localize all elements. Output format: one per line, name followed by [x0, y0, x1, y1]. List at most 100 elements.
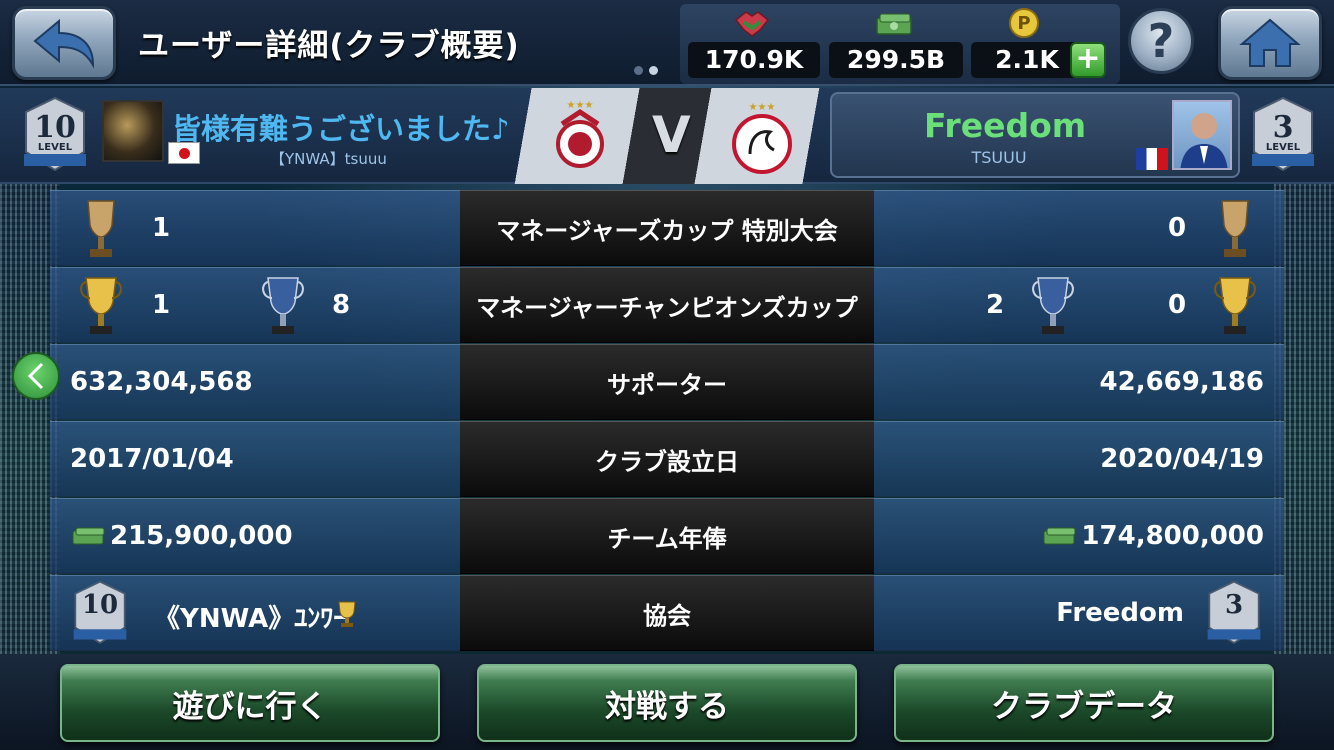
money-icon: [72, 527, 105, 545]
page-title: ユーザー詳細(クラブ概要): [138, 28, 520, 64]
svg-text:★★★: ★★★: [749, 102, 776, 113]
challenge-match-button[interactable]: 対戦する: [477, 664, 857, 742]
right-salary: 174,800,000: [1043, 521, 1264, 551]
previous-page-button[interactable]: [12, 352, 60, 400]
right-cell: 2 0: [874, 267, 1284, 343]
right-level-label: LEVEL: [1265, 142, 1301, 153]
row-label: 協会: [460, 575, 874, 651]
silver-trophy-icon: [262, 277, 304, 334]
right-silver-cup-count: 2: [986, 290, 1005, 320]
left-association-level: 10: [81, 590, 119, 620]
right-salary-value: 174,800,000: [1081, 521, 1264, 551]
top-bar: ユーザー詳細(クラブ概要) P 170.9K 299.5B 2.1K + ?: [0, 0, 1334, 86]
small-trophy-icon: [338, 601, 356, 627]
left-silver-cup-count: 8: [332, 290, 351, 320]
table-row-managers-cup: 1 マネージャーズカップ 特別大会 0: [50, 190, 1284, 266]
right-managers-cup-count: 0: [1168, 213, 1187, 243]
gold-trophy-icon: [80, 277, 122, 334]
table-row-association: 10 《YNWA》ﾕﾝﾜｰ 協会 Freedom 3: [50, 575, 1284, 651]
right-association-badge: 3: [1204, 580, 1264, 648]
left-cell: 10 《YNWA》ﾕﾝﾜｰ: [50, 575, 460, 651]
page-indicator: [634, 66, 658, 75]
club-data-button[interactable]: クラブデータ: [894, 664, 1274, 742]
left-managers-cup-count: 1: [152, 213, 171, 243]
page-dot: [634, 66, 643, 75]
right-association-level: 3: [1224, 590, 1244, 620]
france-flag-icon: [1136, 148, 1168, 170]
right-cell: Freedom 3: [874, 575, 1284, 651]
left-salary: 215,900,000: [72, 521, 293, 551]
coin-amount: 2.1K: [971, 42, 1083, 78]
row-label: クラブ設立日: [460, 421, 874, 497]
left-cell: 1 8: [50, 267, 460, 343]
visit-button[interactable]: 遊びに行く: [60, 664, 440, 742]
left-cell: 1: [50, 190, 460, 266]
home-icon: [1239, 18, 1301, 67]
gp-amount: 170.9K: [688, 42, 820, 78]
ajax-crest-icon: ★★★: [732, 102, 792, 174]
manager-avatar-icon: [1180, 113, 1228, 168]
table-row-founded: 2017/01/04 クラブ設立日 2020/04/19: [50, 421, 1284, 497]
left-cell: 2017/01/04: [50, 421, 460, 497]
help-button[interactable]: ?: [1128, 8, 1194, 74]
bronze-trophy-icon: [1221, 200, 1249, 257]
benfica-crest-icon: ★★★: [556, 100, 604, 168]
row-label: マネージャーズカップ 特別大会: [460, 190, 874, 266]
currency-panel: P 170.9K 299.5B 2.1K +: [680, 4, 1120, 84]
money-icon: [1043, 527, 1076, 545]
left-level-badge: 10 LEVEL: [20, 96, 90, 176]
row-label: マネージャーチャンピオンズカップ: [460, 267, 874, 343]
right-association-name: Freedom: [1056, 598, 1184, 628]
bronze-trophy-icon: [87, 200, 115, 257]
right-manager-avatar: [1172, 100, 1232, 170]
left-level-number: 10: [34, 110, 76, 145]
right-user-name: TSUUU: [971, 148, 1027, 167]
back-arrow-icon: [33, 18, 95, 69]
left-association-name: 《YNWA》ﾕﾝﾜｰ: [154, 604, 347, 634]
left-gold-cup-count: 1: [152, 290, 171, 320]
gold-trophy-icon: [1214, 277, 1256, 334]
left-level-label: LEVEL: [37, 142, 73, 153]
left-supporters: 632,304,568: [70, 367, 253, 397]
money-amount: 299.5B: [829, 42, 963, 78]
left-club-emblem: [102, 100, 164, 162]
right-level-badge: 3 LEVEL: [1248, 96, 1318, 176]
row-label: チーム年俸: [460, 498, 874, 574]
left-cell: 632,304,568: [50, 344, 460, 420]
left-association-badge: 10: [70, 580, 130, 648]
coin-icon: P: [1009, 8, 1039, 38]
money-stack-icon: [876, 13, 912, 35]
table-row-supporters: 632,304,568 サポーター 42,669,186: [50, 344, 1284, 420]
home-button[interactable]: [1218, 6, 1322, 80]
left-founded-date: 2017/01/04: [70, 444, 234, 474]
right-supporters: 42,669,186: [1099, 367, 1264, 397]
back-button[interactable]: [12, 6, 116, 80]
left-user-name: 【YNWA】tsuuu: [270, 150, 387, 168]
table-row-salary: 215,900,000 チーム年俸 174,800,000: [50, 498, 1284, 574]
svg-text:★★★: ★★★: [567, 100, 594, 111]
versus-label: V: [652, 106, 691, 164]
match-header: 10 LEVEL 皆様有難うございました♪ 【YNWA】tsuuu ★★★ V …: [0, 88, 1334, 184]
right-gold-cup-count: 0: [1168, 290, 1187, 320]
row-label: サポーター: [460, 344, 874, 420]
right-cell: 2020/04/19: [874, 421, 1284, 497]
right-club-name: Freedom: [924, 106, 1087, 145]
add-coins-button[interactable]: +: [1070, 42, 1106, 78]
gp-handshake-icon: [734, 11, 770, 37]
left-club-name: 皆様有難うございました♪: [172, 112, 510, 146]
silver-trophy-icon: [1032, 277, 1074, 334]
right-cell: 0: [874, 190, 1284, 266]
right-founded-date: 2020/04/19: [1100, 444, 1264, 474]
right-cell: 174,800,000: [874, 498, 1284, 574]
opponent-panel: Freedom TSUUU: [830, 92, 1240, 178]
right-level-number: 3: [1272, 110, 1294, 145]
left-salary-value: 215,900,000: [110, 521, 293, 551]
club-comparison-table: 1 マネージャーズカップ 特別大会 0 1 8 マネージャーチャンピオンズカップ…: [50, 190, 1284, 652]
table-row-champions-cup: 1 8 マネージャーチャンピオンズカップ 2 0: [50, 267, 1284, 343]
chevron-left-icon: [27, 362, 44, 390]
svg-text:P: P: [1017, 13, 1030, 34]
right-cell: 42,669,186: [874, 344, 1284, 420]
page-dot-active: [649, 66, 658, 75]
left-cell: 215,900,000: [50, 498, 460, 574]
versus-panel: ★★★ V ★★★: [512, 88, 822, 184]
